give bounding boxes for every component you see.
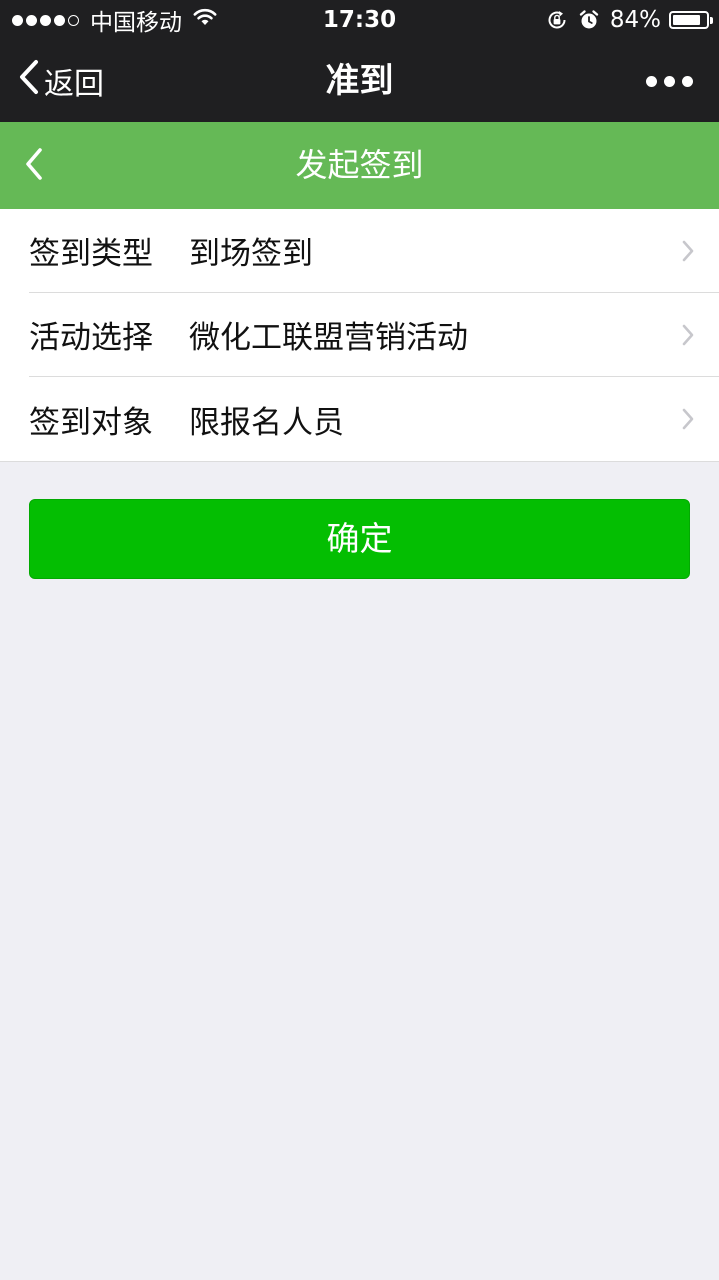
screen: 中国移动 17:30 84% 返回 准到 发起签到 签到类型 到场签到 活动选择… (0, 0, 719, 1280)
row-label: 活动选择 (29, 320, 153, 356)
nav-title: 准到 (325, 61, 394, 101)
chevron-right-icon (681, 293, 695, 377)
page-header: 发起签到 (0, 122, 719, 209)
battery-icon (669, 11, 713, 29)
form-list: 签到类型 到场签到 活动选择 微化工联盟营销活动 签到对象 限报名人员 (0, 209, 719, 462)
chevron-right-icon (681, 377, 695, 461)
row-label: 签到对象 (29, 404, 153, 441)
page-title: 发起签到 (295, 146, 424, 184)
rotation-lock-icon (546, 9, 568, 31)
nav-bar: 返回 准到 (0, 40, 719, 122)
row-value: 到场签到 (189, 236, 313, 272)
row-signin-target[interactable]: 签到对象 限报名人员 (29, 377, 719, 461)
row-signin-type[interactable]: 签到类型 到场签到 (29, 209, 719, 293)
more-icon-dot (682, 75, 693, 87)
alarm-icon (578, 9, 600, 31)
row-label: 签到类型 (29, 236, 153, 272)
row-activity-select[interactable]: 活动选择 微化工联盟营销活动 (29, 293, 719, 377)
battery-percent: 84% (609, 7, 661, 33)
row-value: 限报名人员 (189, 404, 344, 441)
more-icon-dot (646, 75, 657, 87)
status-bar: 中国移动 17:30 84% (0, 0, 719, 40)
status-right: 84% (546, 0, 713, 40)
row-value: 微化工联盟营销活动 (189, 320, 468, 356)
more-button[interactable] (639, 40, 693, 122)
more-icon-dot (664, 75, 675, 87)
confirm-button[interactable]: 确定 (29, 499, 690, 579)
chevron-right-icon (681, 209, 695, 293)
